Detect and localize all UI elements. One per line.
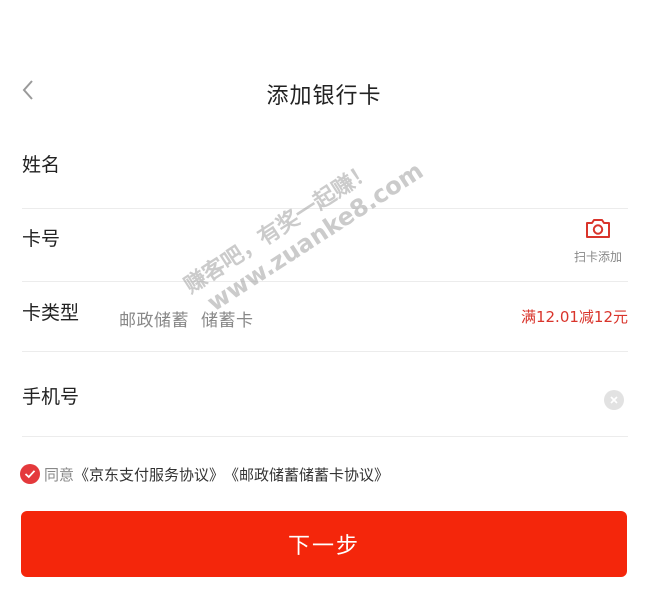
jd-pay-agreement-link[interactable]: 《京东支付服务协议》 xyxy=(74,464,224,485)
scan-card-button[interactable]: 扫卡添加 xyxy=(568,216,628,265)
agreement-row: 同意 《京东支付服务协议》 《邮政储蓄储蓄卡协议》 xyxy=(20,462,389,486)
phone-label: 手机号 xyxy=(22,386,80,408)
promo-text: 满12.01减12元 xyxy=(520,308,628,326)
card-type-label: 卡类型 xyxy=(22,302,80,324)
divider xyxy=(22,351,628,352)
clear-button[interactable] xyxy=(604,390,624,410)
scan-label: 扫卡添加 xyxy=(573,250,622,264)
agree-checkbox[interactable] xyxy=(20,464,40,484)
name-field[interactable]: 姓名 xyxy=(22,150,628,190)
phone-field[interactable]: 手机号 xyxy=(22,382,628,422)
divider xyxy=(22,281,628,282)
header: 添加银行卡 xyxy=(0,62,648,122)
divider xyxy=(22,208,628,209)
card-type-field[interactable]: 卡类型 邮政储蓄 储蓄卡 满12.01减12元 xyxy=(22,298,628,338)
card-agreement-link[interactable]: 《邮政储蓄储蓄卡协议》 xyxy=(224,464,389,485)
card-number-field[interactable]: 卡号 扫卡添加 xyxy=(22,219,628,264)
page-title: 添加银行卡 xyxy=(266,84,382,109)
name-label: 姓名 xyxy=(22,154,61,176)
card-bank: 邮政储蓄 xyxy=(119,311,189,331)
checkmark-icon xyxy=(24,470,36,479)
agree-text: 同意 xyxy=(44,465,75,484)
next-button[interactable]: 下一步 xyxy=(21,511,627,577)
card-number-label: 卡号 xyxy=(22,228,61,250)
divider xyxy=(22,436,628,437)
add-bank-card-page: 添加银行卡 姓名 卡号 扫卡添加 卡类型 邮政储蓄 储蓄卡 满12.01减12元 … xyxy=(0,0,648,590)
card-kind: 储蓄卡 xyxy=(201,311,254,331)
close-icon xyxy=(610,396,618,404)
card-type-value: 邮政储蓄 储蓄卡 xyxy=(119,306,254,331)
camera-icon xyxy=(586,219,610,238)
